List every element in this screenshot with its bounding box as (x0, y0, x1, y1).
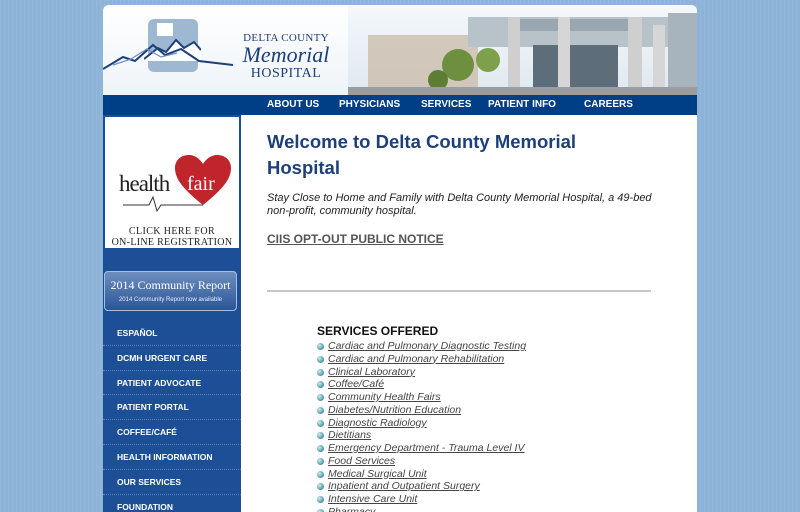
nav-careers[interactable]: CAREERS (584, 95, 633, 115)
intro-text: Stay Close to Home and Family with Delta… (267, 192, 652, 217)
service-label: Intensive Care Unit (328, 493, 418, 505)
ciis-opt-out-notice-link[interactable]: CIIS OPT-OUT PUBLIC NOTICE (267, 232, 444, 246)
bullet-icon (317, 368, 324, 376)
sidebar-menu: ESPAÑOL DCMH URGENT CARE PATIENT ADVOCAT… (103, 321, 241, 512)
bullet-icon (317, 419, 324, 427)
mountain-range-icon (103, 43, 233, 70)
hospital-building-photo (348, 5, 697, 95)
bullet-icon (317, 381, 324, 389)
service-label: Emergency Department - Trauma Level IV (328, 442, 525, 454)
bullet-icon (317, 406, 324, 414)
sidebar-item-foundation[interactable]: FOUNDATION (103, 495, 241, 512)
services-list: SERVICES OFFERED Cardiac and Pulmonary D… (317, 324, 647, 512)
service-link[interactable]: Dietitians (317, 429, 647, 442)
service-link[interactable]: Community Health Fairs (317, 391, 647, 404)
service-label: Dietitians (328, 429, 372, 442)
bullet-icon (317, 394, 324, 401)
nav-services[interactable]: SERVICES (421, 95, 471, 115)
page: DELTA COUNTY Memorial HOSPITAL ABOUT US … (103, 5, 697, 512)
bullet-icon (317, 432, 324, 440)
heartbeat-line-icon (123, 195, 203, 213)
health-fair-registration-line: ON-LINE REGISTRATION (111, 237, 233, 248)
bullet-icon (317, 343, 324, 350)
sidebar: health fair CLICK HERE FOR ON-LINE REGIS… (103, 115, 241, 512)
service-label: Community Health Fairs (328, 391, 441, 403)
service-label: Diagnostic Radiology (328, 416, 427, 429)
logo-line-memorial: Memorial (242, 42, 330, 67)
service-link[interactable]: Cardiac and Pulmonary Rehabilitation (317, 353, 647, 366)
service-label: Cardiac and Pulmonary Diagnostic Testing (328, 340, 527, 352)
service-label: Food Services (328, 454, 396, 467)
sidebar-item-coffee-cafe[interactable]: COFFEE/CAFÉ (103, 420, 241, 445)
service-label: Inpatient and Outpatient Surgery (328, 480, 480, 493)
service-link[interactable]: Clinical Laboratory (317, 366, 647, 379)
service-link[interactable]: Pharmacy (317, 506, 647, 512)
bullet-icon (317, 355, 324, 363)
divider (267, 290, 651, 292)
page-title: Welcome to Delta County Memorial Hospita… (267, 131, 577, 178)
sidebar-item-urgent-care[interactable]: DCMH URGENT CARE (103, 346, 241, 371)
nav-about-us[interactable]: ABOUT US (267, 95, 319, 115)
bullet-icon (317, 470, 324, 478)
bullet-icon (317, 496, 324, 503)
logo-line-hospital: HOSPITAL (250, 66, 322, 81)
service-link[interactable]: Emergency Department - Trauma Level IV (317, 442, 647, 455)
hospital-logo[interactable]: DELTA COUNTY Memorial HOSPITAL (103, 5, 353, 95)
services-heading: SERVICES OFFERED (317, 324, 439, 338)
community-report-subtitle: 2014 Community Report now available (118, 297, 223, 303)
health-fair-word-health: health (119, 171, 170, 196)
service-link[interactable]: Coffee/Café (317, 378, 647, 391)
health-fair-click-line: CLICK HERE FOR (128, 226, 216, 237)
health-fair-word-fair: fair (187, 173, 215, 195)
health-fair-banner[interactable]: health fair CLICK HERE FOR ON-LINE REGIS… (105, 117, 239, 248)
service-label: Coffee/Café (328, 378, 385, 391)
bullet-icon (317, 445, 324, 452)
bullet-icon (317, 483, 324, 491)
main-nav: ABOUT US PHYSICIANS SERVICES PATIENT INF… (103, 95, 697, 115)
sidebar-item-our-services[interactable]: OUR SERVICES (103, 470, 241, 495)
bullet-icon (317, 457, 324, 465)
service-label: Cardiac and Pulmonary Rehabilitation (328, 352, 505, 365)
community-report-button[interactable]: 2014 Community Report 2014 Community Rep… (104, 271, 237, 311)
service-link[interactable]: Medical Surgical Unit (317, 468, 647, 481)
sidebar-item-espanol[interactable]: ESPAÑOL (103, 321, 241, 346)
service-label: Pharmacy (328, 505, 376, 512)
nav-physicians[interactable]: PHYSICIANS (339, 95, 400, 115)
service-link[interactable]: Intensive Care Unit (317, 493, 647, 506)
service-link[interactable]: Diagnostic Radiology (317, 417, 647, 430)
sidebar-item-patient-portal[interactable]: PATIENT PORTAL (103, 395, 241, 421)
service-link[interactable]: Diabetes/Nutrition Education (317, 404, 647, 417)
service-link[interactable]: Cardiac and Pulmonary Diagnostic Testing (317, 340, 647, 353)
sidebar-item-health-information[interactable]: HEALTH INFORMATION (103, 445, 241, 470)
service-label: Medical Surgical Unit (328, 467, 427, 480)
community-report-title: 2014 Community Report (110, 278, 231, 292)
main-content: Welcome to Delta County Memorial Hospita… (241, 115, 697, 512)
sidebar-item-patient-advocate[interactable]: PATIENT ADVOCATE (103, 371, 241, 396)
service-link[interactable]: Inpatient and Outpatient Surgery (317, 480, 647, 493)
service-link[interactable]: Food Services (317, 455, 647, 468)
service-label: Diabetes/Nutrition Education (328, 403, 462, 416)
logo-text: DELTA COUNTY Memorial HOSPITAL (221, 32, 351, 82)
service-label: Clinical Laboratory (328, 365, 415, 378)
nav-patient-info[interactable]: PATIENT INFO (488, 95, 556, 115)
site-header: DELTA COUNTY Memorial HOSPITAL (103, 5, 697, 95)
